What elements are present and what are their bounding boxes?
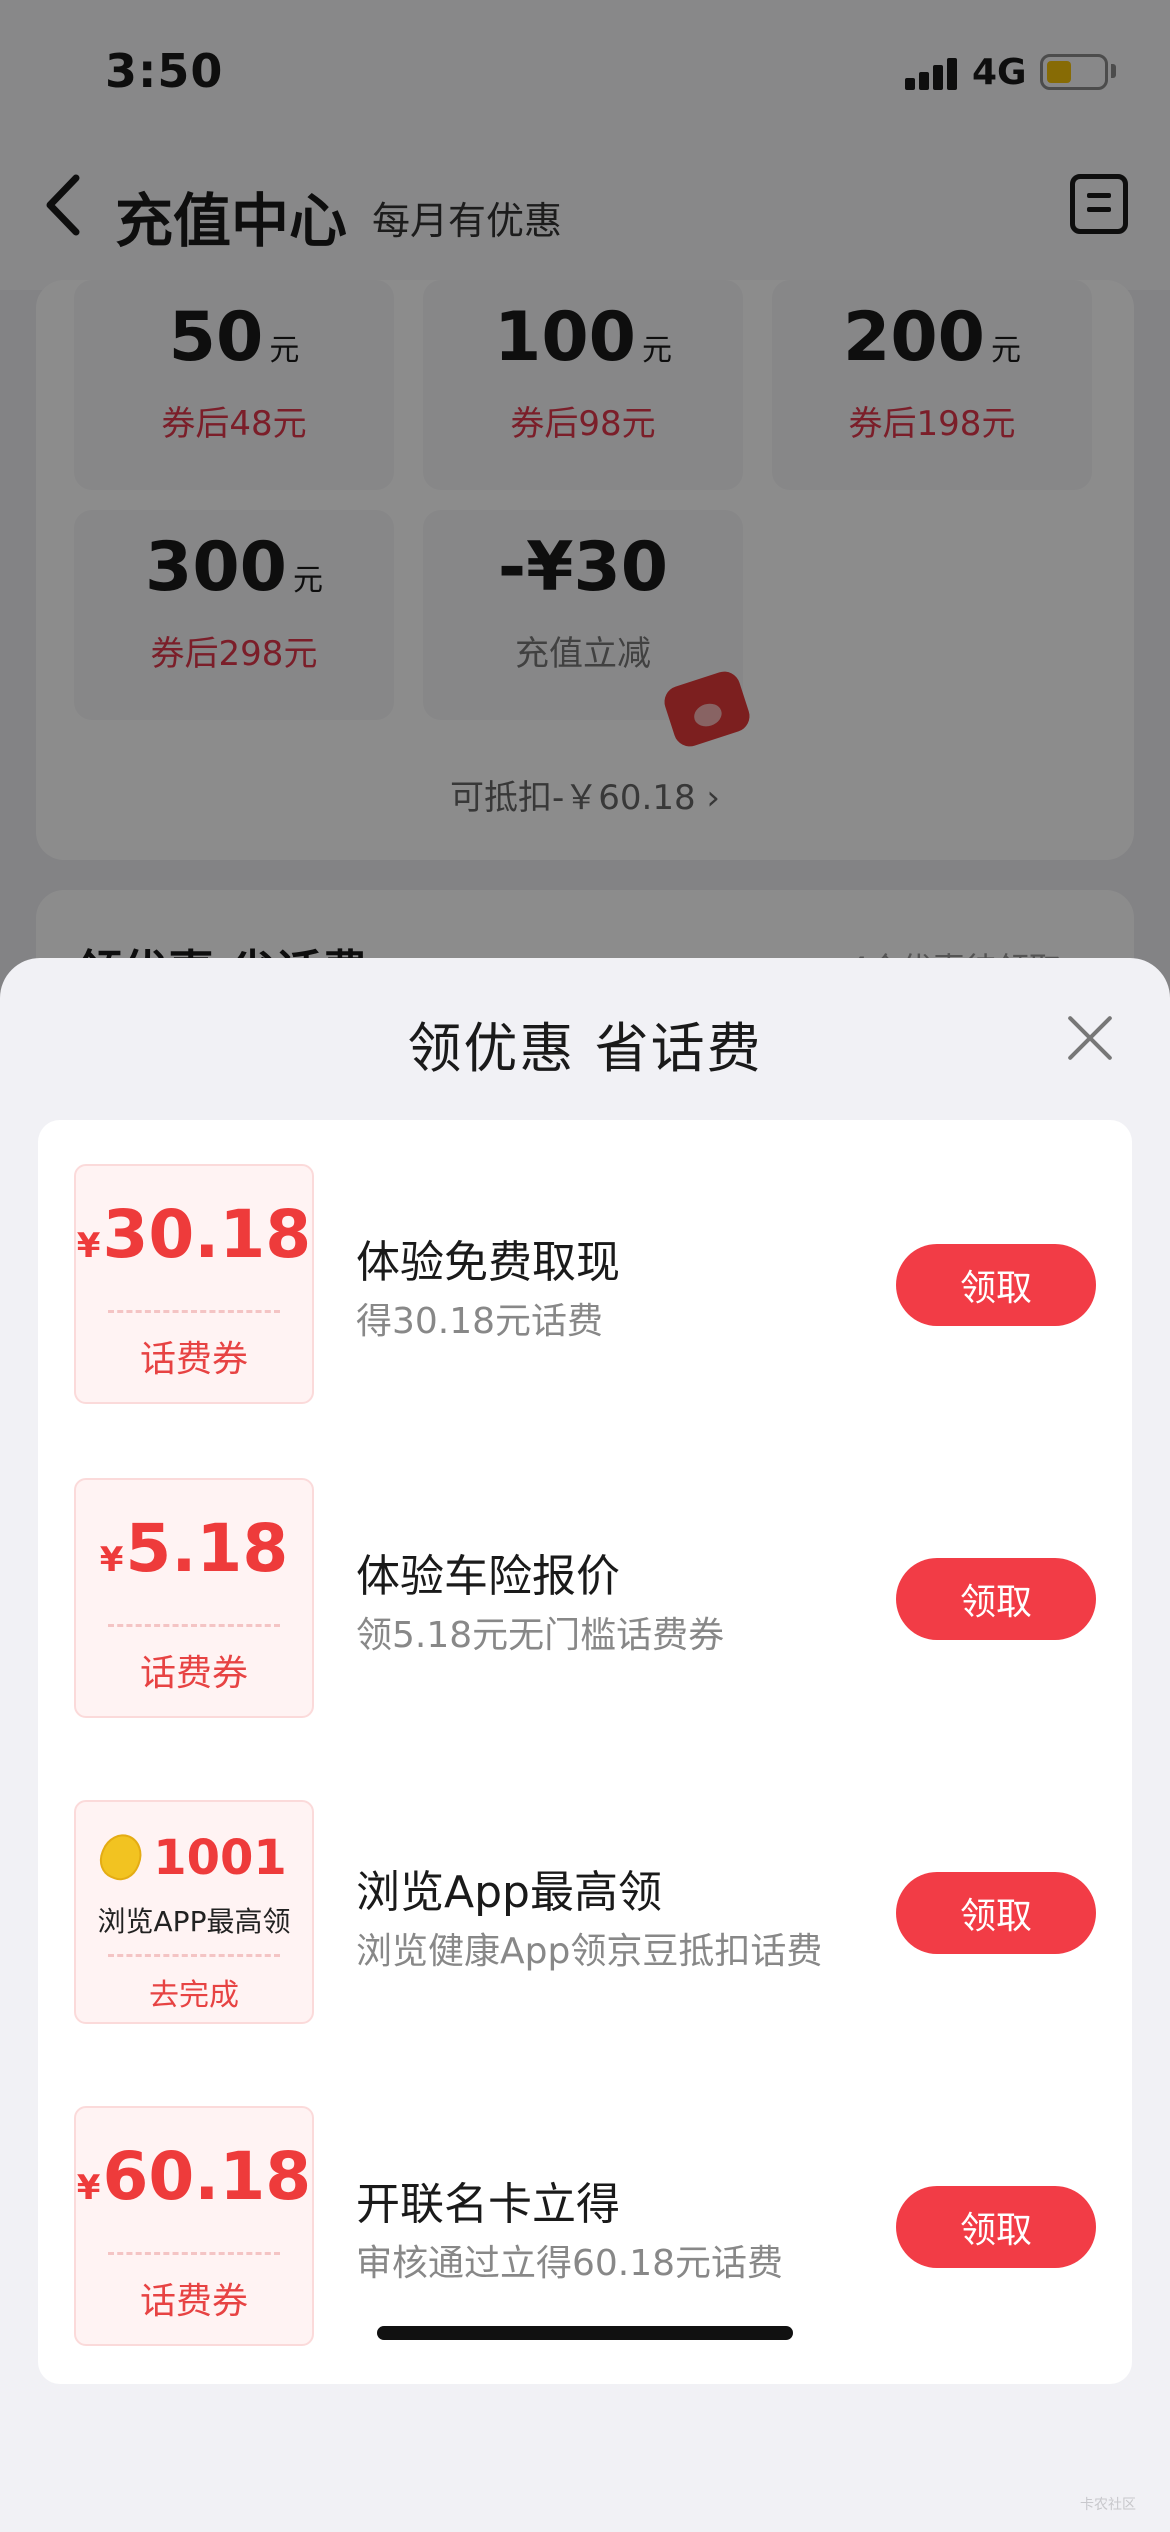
claim-button[interactable]: 领取 [896,1872,1096,1954]
list-item: ¥60.18 话费券 开联名卡立得 审核通过立得60.18元话费 领取 [38,2106,1132,2346]
coupon-ticket: ¥5.18 话费券 [74,1478,314,1718]
item-desc: 审核通过立得60.18元话费 [356,2243,784,2284]
coupon-label: 话费券 [139,1339,248,1380]
coupon-divider [108,2252,280,2255]
coupon-amount: 30.18 [102,1196,312,1273]
coupon-label: 话费券 [139,2281,248,2322]
coupon-list: ¥30.18 话费券 体验免费取现 得30.18元话费 领取 ¥5.18 话费券… [38,1120,1132,2384]
close-icon[interactable] [1064,1012,1116,1064]
coupon-label: 话费券 [139,1653,248,1694]
list-item: ¥5.18 话费券 体验车险报价 领5.18元无门槛话费券 领取 [38,1478,1132,1718]
watermark: 卡农社区 [1080,2497,1136,2513]
coupon-amount: 5.18 [125,1510,289,1587]
item-title: 体验免费取现 [356,1237,620,1288]
yen-sign: ¥ [76,1226,101,1266]
claim-button[interactable]: 领取 [896,1558,1096,1640]
item-desc: 得30.18元话费 [356,1301,604,1342]
coupon-ticket: ¥30.18 话费券 [74,1164,314,1404]
yen-sign: ¥ [99,1540,124,1580]
claim-button[interactable]: 领取 [896,1244,1096,1326]
list-item: ¥30.18 话费券 体验免费取现 得30.18元话费 领取 [38,1164,1132,1404]
claim-button[interactable]: 领取 [896,2186,1096,2268]
sheet-title: 领优惠 省话费 [407,1017,763,1080]
coupon-divider [108,1624,280,1627]
item-title: 浏览App最高领 [356,1867,662,1918]
coupon-divider [108,1310,280,1313]
coupon-ticket: ¥60.18 话费券 [74,2106,314,2346]
coupon-ticket: 1001 浏览APP最高领 去完成 [74,1800,314,2024]
item-title: 开联名卡立得 [356,2179,620,2230]
jd-bean-icon [94,1828,149,1886]
home-indicator[interactable] [377,2326,793,2340]
item-title: 体验车险报价 [356,1551,620,1602]
coupon-sheet: 领优惠 省话费 ¥30.18 话费券 体验免费取现 得30.18元话费 领取 ¥… [0,958,1170,2532]
item-desc: 浏览健康App领京豆抵扣话费 [356,1931,823,1972]
coupon-sub: 浏览APP最高领 [97,1905,291,1938]
coupon-amount: 60.18 [102,2138,312,2215]
yen-sign: ¥ [76,2168,101,2208]
coupon-label: 去完成 [149,1978,239,2013]
coupon-amount: 1001 [153,1830,287,1886]
coupon-divider [108,1954,280,1957]
item-desc: 领5.18元无门槛话费券 [356,1615,725,1656]
list-item: 1001 浏览APP最高领 去完成 浏览App最高领 浏览健康App领京豆抵扣话… [38,1800,1132,2024]
